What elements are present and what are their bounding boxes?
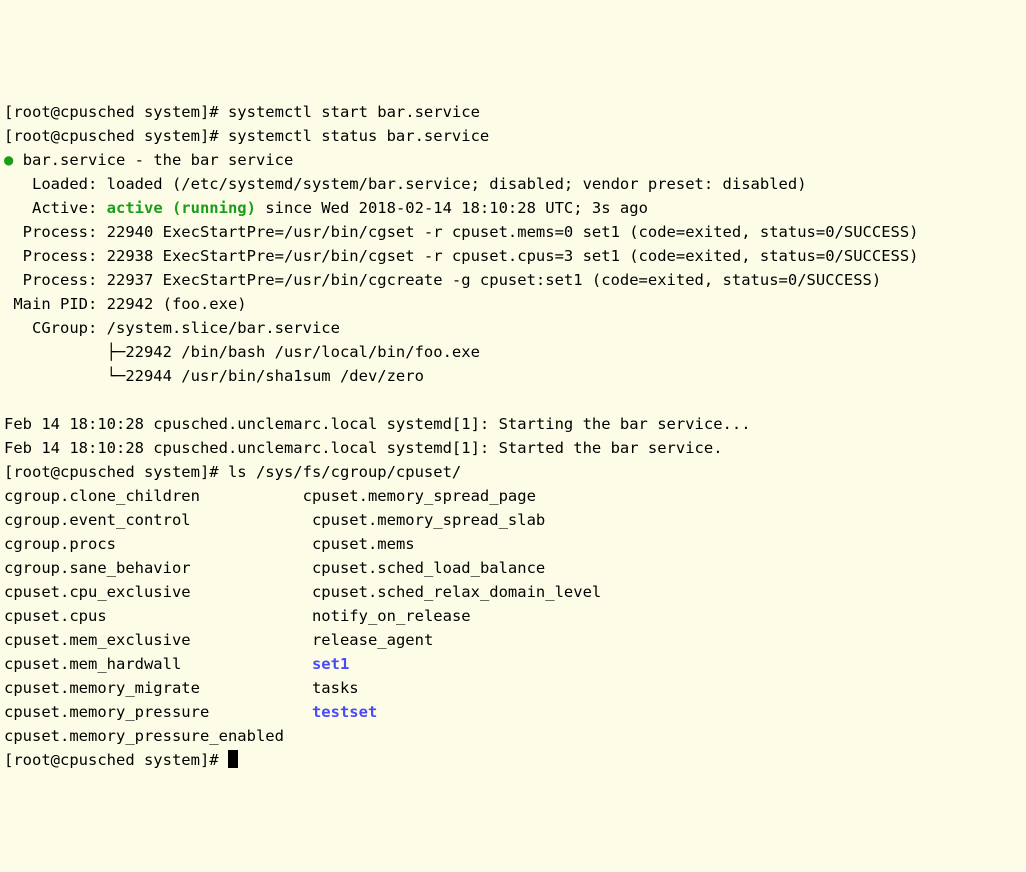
ls-col1-row7: cpuset.mem_exclusive release_agent bbox=[4, 631, 433, 649]
ls-col1-row8: cpuset.mem_hardwall set1 bbox=[4, 655, 349, 673]
prompt-line-1: [root@cpusched system]# systemctl start … bbox=[4, 103, 480, 121]
ls-col1-row4: cgroup.sane_behavior cpuset.sched_load_b… bbox=[4, 559, 545, 577]
terminal-output: [root@cpusched system]# systemctl start … bbox=[4, 103, 919, 769]
ls-col1-row5: cpuset.cpu_exclusive cpuset.sched_relax_… bbox=[4, 583, 601, 601]
log-line-2: Feb 14 18:10:28 cpusched.unclemarc.local… bbox=[4, 439, 723, 457]
prompt-line-2: [root@cpusched system]# systemctl status… bbox=[4, 127, 489, 145]
process-line-1: Process: 22940 ExecStartPre=/usr/bin/cgs… bbox=[4, 223, 919, 241]
dir-testset: testset bbox=[312, 703, 377, 721]
ls-col1-row3: cgroup.procs cpuset.mems bbox=[4, 535, 415, 553]
status-bullet-icon: ● bbox=[4, 151, 13, 169]
ls-col1-row2: cgroup.event_control cpuset.memory_sprea… bbox=[4, 511, 545, 529]
prompt-last[interactable]: [root@cpusched system]# bbox=[4, 751, 228, 769]
active-since: since Wed 2018-02-14 18:10:28 UTC; 3s ag… bbox=[256, 199, 648, 217]
dir-set1: set1 bbox=[312, 655, 349, 673]
ls-col1-row9: cpuset.memory_migrate tasks bbox=[4, 679, 359, 697]
ls-col1-row6: cpuset.cpus notify_on_release bbox=[4, 607, 471, 625]
log-line-1: Feb 14 18:10:28 cpusched.unclemarc.local… bbox=[4, 415, 751, 433]
cursor-icon bbox=[228, 750, 238, 768]
active-state: active (running) bbox=[107, 199, 256, 217]
main-pid: Main PID: 22942 (foo.exe) bbox=[4, 295, 247, 313]
process-line-3: Process: 22937 ExecStartPre=/usr/bin/cgc… bbox=[4, 271, 881, 289]
cgroup-tree-1: ├─22942 /bin/bash /usr/local/bin/foo.exe bbox=[4, 343, 480, 361]
cgroup-tree-2: └─22944 /usr/bin/sha1sum /dev/zero bbox=[4, 367, 424, 385]
unit-name: bar.service - the bar service bbox=[23, 151, 294, 169]
ls-col1-row1: cgroup.clone_children cpuset.memory_spre… bbox=[4, 487, 536, 505]
ls-col1-row11: cpuset.memory_pressure_enabled bbox=[4, 727, 284, 745]
cgroup-path: CGroup: /system.slice/bar.service bbox=[4, 319, 340, 337]
ls-col1-row10: cpuset.memory_pressure testset bbox=[4, 703, 377, 721]
prompt-line-3: [root@cpusched system]# ls /sys/fs/cgrou… bbox=[4, 463, 461, 481]
process-line-2: Process: 22938 ExecStartPre=/usr/bin/cgs… bbox=[4, 247, 919, 265]
loaded-line: Loaded: loaded (/etc/systemd/system/bar.… bbox=[4, 175, 807, 193]
active-label: Active: bbox=[4, 199, 107, 217]
